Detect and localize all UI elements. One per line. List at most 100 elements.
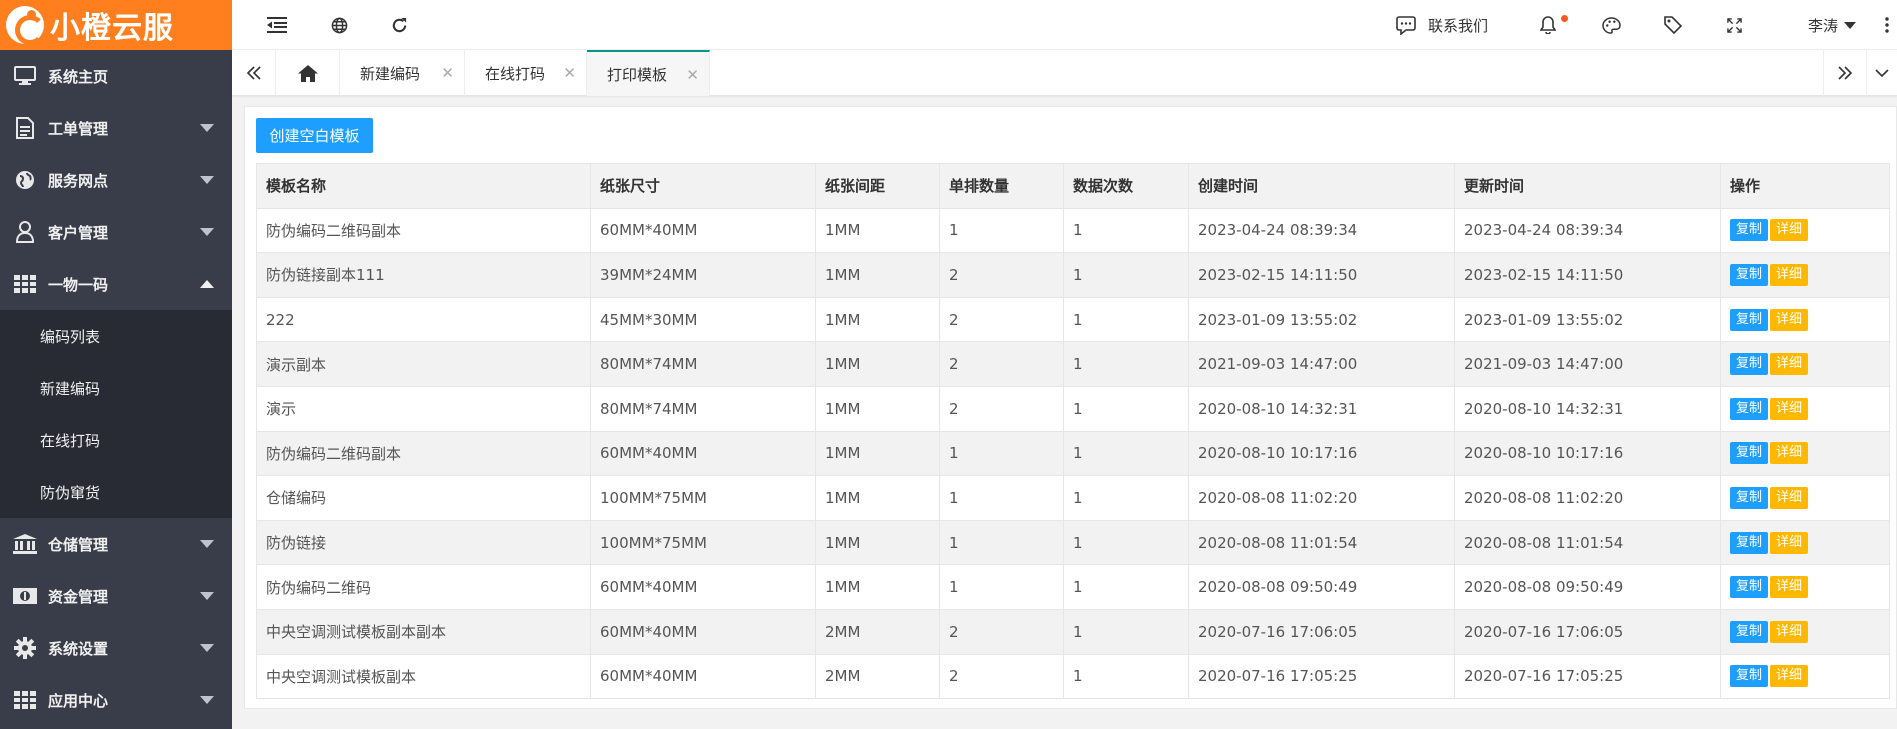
sidebar-item-app-center[interactable]: 应用中心 bbox=[0, 674, 232, 726]
fullscreen-icon[interactable] bbox=[1719, 0, 1749, 50]
detail-button[interactable]: 详细 bbox=[1770, 263, 1809, 286]
sidebar-item-home[interactable]: 系统主页 bbox=[0, 50, 232, 102]
copy-button[interactable]: 复制 bbox=[1730, 219, 1769, 242]
detail-button[interactable]: 详细 bbox=[1770, 308, 1809, 331]
more-icon[interactable] bbox=[1877, 0, 1897, 50]
refresh-icon[interactable] bbox=[384, 0, 414, 50]
close-icon[interactable]: ✕ bbox=[563, 64, 576, 82]
cell-paper-gap: 1MM bbox=[815, 296, 940, 343]
tab-print-template[interactable]: 打印模板 ✕ bbox=[587, 50, 710, 96]
copy-button[interactable]: 复制 bbox=[1730, 486, 1769, 509]
table-row: 防伪编码二维码副本 60MM*40MM 1MM 1 1 2020-08-10 10:17:… bbox=[256, 430, 1890, 477]
contact-us-button[interactable]: 联系我们 bbox=[1396, 0, 1506, 50]
cell-name: 防伪编码二维码 bbox=[256, 564, 591, 610]
sidebar-subitem-code-list[interactable]: 编码列表 bbox=[0, 310, 232, 362]
detail-button[interactable]: 详细 bbox=[1770, 665, 1809, 688]
cell-name: 演示 bbox=[256, 385, 591, 432]
sidebar-subitem-anti-channel[interactable]: 防伪窜货 bbox=[0, 466, 232, 518]
cell-paper-size: 60MM*40MM bbox=[590, 653, 816, 700]
cell-paper-gap: 1MM bbox=[815, 475, 940, 521]
cell-created: 2020-08-10 14:32:31 bbox=[1188, 385, 1455, 432]
cell-per-row: 1 bbox=[939, 564, 1064, 610]
notification-button[interactable] bbox=[1536, 0, 1568, 50]
tab-online-print[interactable]: 在线打码 ✕ bbox=[465, 50, 587, 96]
column-header-data-times: 数据次数 bbox=[1063, 163, 1189, 209]
detail-button[interactable]: 详细 bbox=[1770, 620, 1809, 643]
copy-button[interactable]: 复制 bbox=[1730, 531, 1769, 554]
detail-button[interactable]: 详细 bbox=[1770, 576, 1809, 599]
brand-logo[interactable]: 小橙云服 bbox=[0, 0, 232, 50]
sidebar-item-warehouse[interactable]: 仓储管理 bbox=[0, 518, 232, 570]
cell-created: 2020-08-08 11:01:54 bbox=[1188, 519, 1455, 566]
sidebar-item-one-code[interactable]: 一物一码 bbox=[0, 258, 232, 310]
cell-created: 2020-08-10 10:17:16 bbox=[1188, 430, 1455, 477]
close-icon[interactable]: ✕ bbox=[441, 64, 454, 82]
close-icon[interactable]: ✕ bbox=[686, 66, 699, 84]
tag-icon[interactable] bbox=[1658, 0, 1688, 50]
tab-label: 打印模板 bbox=[607, 65, 668, 84]
brand-name: 小橙云服 bbox=[50, 11, 174, 46]
tabs-scroll-right-button[interactable] bbox=[1823, 50, 1867, 96]
copy-button[interactable]: 复制 bbox=[1730, 576, 1769, 599]
cell-data-times: 1 bbox=[1063, 564, 1189, 610]
cell-per-row: 2 bbox=[939, 296, 1064, 343]
copy-button[interactable]: 复制 bbox=[1730, 308, 1769, 331]
copy-button[interactable]: 复制 bbox=[1730, 353, 1769, 376]
cell-name: 中央空调测试模板副本副本 bbox=[256, 608, 591, 655]
tabs-menu-button[interactable] bbox=[1867, 50, 1897, 96]
sidebar-item-customers[interactable]: 客户管理 bbox=[0, 206, 232, 258]
tab-home[interactable] bbox=[276, 50, 340, 96]
table-row: 演示副本 80MM*74MM 1MM 2 1 2021-09-03 14:47:00 202… bbox=[256, 341, 1890, 387]
cell-name: 防伪编码二维码副本 bbox=[256, 430, 591, 477]
detail-button[interactable]: 详细 bbox=[1770, 531, 1809, 554]
detail-button[interactable]: 详细 bbox=[1770, 353, 1809, 376]
column-header-paper-size: 纸张尺寸 bbox=[590, 163, 816, 209]
copy-button[interactable]: 复制 bbox=[1730, 397, 1769, 420]
sidebar-item-finance[interactable]: 资金管理 bbox=[0, 570, 232, 622]
user-menu[interactable]: 李涛 bbox=[1792, 0, 1872, 50]
sidebar-subitem-online-print[interactable]: 在线打码 bbox=[0, 414, 232, 466]
globe-icon[interactable] bbox=[324, 0, 354, 50]
create-blank-template-button[interactable]: 创建空白模板 bbox=[256, 118, 373, 153]
detail-button[interactable]: 详细 bbox=[1770, 219, 1809, 242]
cell-paper-gap: 1MM bbox=[815, 519, 940, 566]
sidebar-item-settings[interactable]: 系统设置 bbox=[0, 622, 232, 674]
cell-paper-gap: 1MM bbox=[815, 430, 940, 477]
cell-created: 2020-08-08 11:02:20 bbox=[1188, 475, 1455, 521]
shrink-menu-icon[interactable] bbox=[262, 0, 292, 50]
palette-icon[interactable] bbox=[1596, 0, 1626, 50]
copy-button[interactable]: 复制 bbox=[1730, 620, 1769, 643]
cell-per-row: 2 bbox=[939, 252, 1064, 298]
tabs-scroll-left-button[interactable] bbox=[232, 50, 276, 96]
cell-per-row: 1 bbox=[939, 475, 1064, 521]
cell-paper-size: 60MM*40MM bbox=[590, 430, 816, 477]
bell-icon bbox=[1540, 16, 1556, 34]
sidebar-item-service-outlets[interactable]: 服务网点 bbox=[0, 154, 232, 206]
detail-button[interactable]: 详细 bbox=[1770, 442, 1809, 465]
cell-data-times: 1 bbox=[1063, 519, 1189, 566]
notification-badge bbox=[1561, 15, 1568, 22]
cell-actions: 复制 详细 bbox=[1720, 385, 1890, 432]
globe-icon bbox=[12, 169, 38, 191]
cell-paper-size: 80MM*74MM bbox=[590, 385, 816, 432]
chevron-down-icon bbox=[200, 644, 214, 652]
sidebar-item-label: 客户管理 bbox=[48, 223, 109, 242]
chevron-down-icon bbox=[1844, 21, 1856, 29]
cell-actions: 复制 详细 bbox=[1720, 608, 1890, 655]
cell-updated: 2021-09-03 14:47:00 bbox=[1454, 341, 1721, 387]
cell-updated: 2020-07-16 17:05:25 bbox=[1454, 653, 1721, 700]
sidebar-subitem-new-code[interactable]: 新建编码 bbox=[0, 362, 232, 414]
tab-new-code[interactable]: 新建编码 ✕ bbox=[340, 50, 465, 96]
copy-button[interactable]: 复制 bbox=[1730, 263, 1769, 286]
detail-button[interactable]: 详细 bbox=[1770, 486, 1809, 509]
cell-data-times: 1 bbox=[1063, 207, 1189, 254]
cell-paper-gap: 1MM bbox=[815, 207, 940, 254]
table-row: 防伪链接副本111 39MM*24MM 1MM 2 1 2023-02-15 14:11:… bbox=[256, 252, 1890, 298]
copy-button[interactable]: 复制 bbox=[1730, 665, 1769, 688]
detail-button[interactable]: 详细 bbox=[1770, 397, 1809, 420]
cell-per-row: 1 bbox=[939, 207, 1064, 254]
table-row: 222 45MM*30MM 1MM 2 1 2023-01-09 13:55:02 2023… bbox=[256, 296, 1890, 343]
sidebar-item-workorder[interactable]: 工单管理 bbox=[0, 102, 232, 154]
copy-button[interactable]: 复制 bbox=[1730, 442, 1769, 465]
cell-per-row: 1 bbox=[939, 430, 1064, 477]
